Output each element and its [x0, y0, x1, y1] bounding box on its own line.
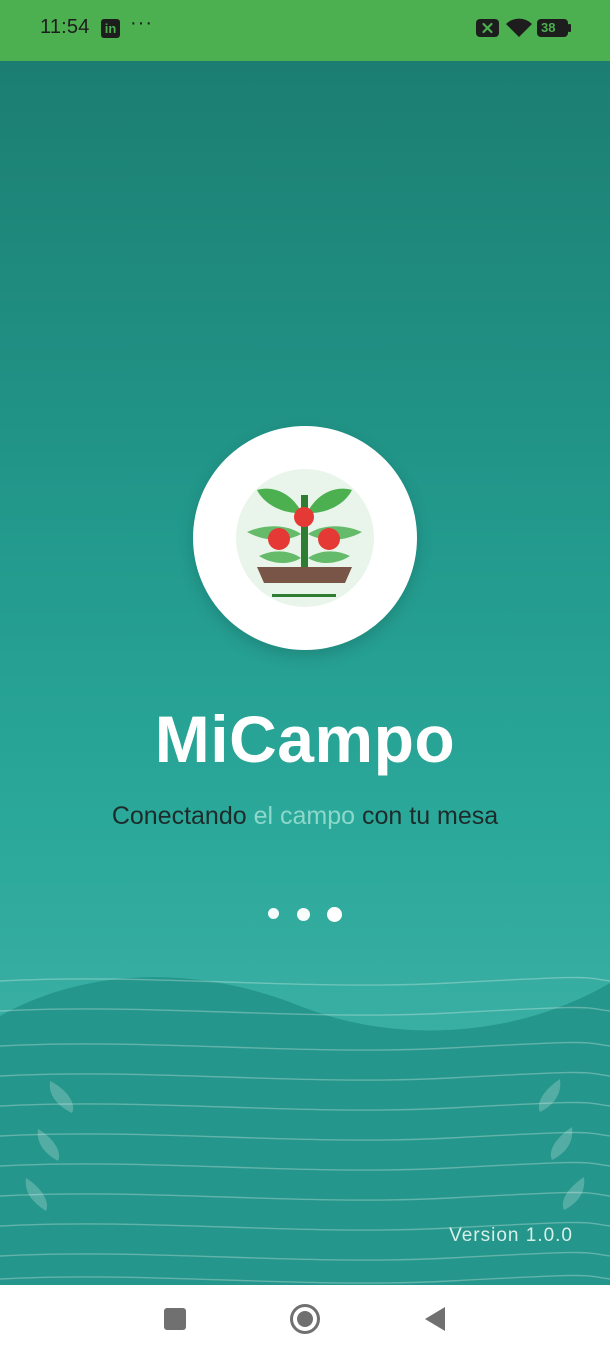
splash-screen: 11:54 in ··· 38 MiCampo Conectando el ca…	[0, 0, 610, 1356]
battery-level: 38	[541, 20, 556, 35]
recent-apps-icon[interactable]	[164, 1308, 186, 1330]
app-logo	[193, 426, 417, 650]
app-title: MiCampo	[154, 702, 456, 776]
battery-icon: 38	[537, 18, 572, 38]
loading-dot	[327, 907, 342, 922]
linkedin-icon: in	[101, 19, 120, 38]
navigation-bar	[0, 1285, 610, 1356]
status-time: 11:54	[40, 16, 90, 38]
no-sim-icon	[476, 19, 499, 37]
wave-background	[0, 976, 610, 1285]
tagline-prefix: Conectando	[111, 802, 254, 830]
loading-dot	[268, 908, 279, 919]
tagline-highlight: el campo	[253, 802, 356, 830]
home-icon[interactable]	[289, 1303, 321, 1335]
version-label: Version 1.0.0	[449, 1225, 573, 1246]
wifi-icon	[506, 18, 532, 37]
status-bar: 11:54 in ··· 38	[0, 0, 610, 61]
tomato-plant-icon	[236, 469, 374, 607]
loading-indicator	[265, 904, 345, 924]
splash-content: MiCampo Conectando el campo con tu mesa …	[0, 61, 610, 1285]
tagline: Conectando el campo con tu mesa	[0, 802, 610, 831]
back-icon[interactable]	[424, 1306, 446, 1332]
tagline-suffix: con tu mesa	[355, 802, 499, 830]
loading-dot	[297, 908, 310, 921]
overflow-notifications-icon: ···	[130, 12, 153, 34]
